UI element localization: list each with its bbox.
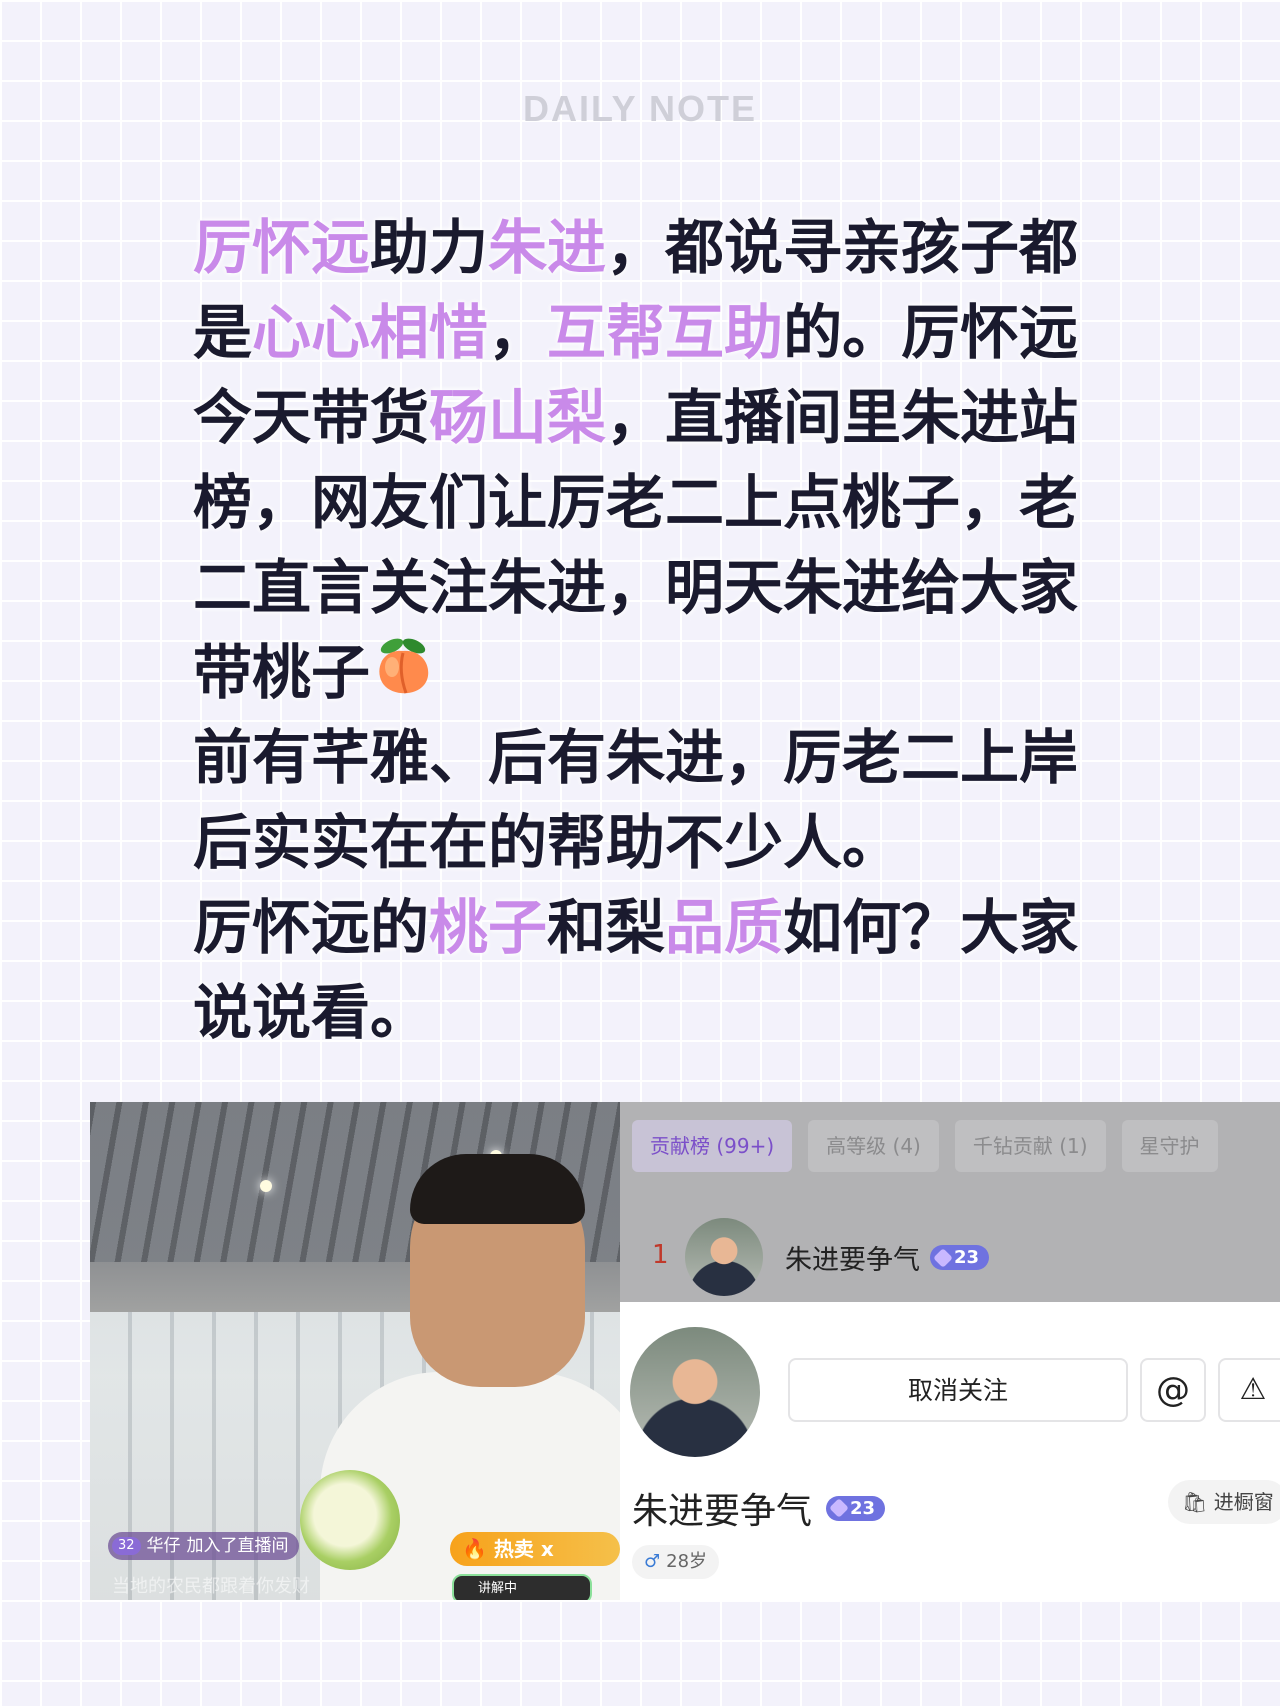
level-value: 23 — [954, 1247, 980, 1268]
rank-entry-name: 朱进要争气 — [785, 1245, 920, 1276]
hot-sale-badge[interactable]: 🔥 热卖 x 1279 — [450, 1532, 620, 1595]
gem-icon — [829, 1498, 849, 1518]
hot-label: 热卖 — [493, 1537, 534, 1561]
join-level-badge: 32 — [112, 1537, 141, 1555]
tab-star-guard[interactable]: 星守护 — [1121, 1120, 1218, 1172]
ranking-tabs: 贡献榜 (99+) 高等级 (4) 千钻贡献 (1) 星守护 — [632, 1120, 1218, 1172]
report-button[interactable]: ⚠ — [1218, 1358, 1280, 1422]
join-user: 华仔 — [146, 1536, 181, 1556]
streamer-hair — [410, 1154, 585, 1224]
body-text: ， — [488, 298, 548, 367]
profile-name-row: 朱进要争气 23 — [632, 1482, 886, 1534]
highlight-text: 砀山梨 — [429, 383, 607, 452]
bag-icon: 🛍 — [1182, 1490, 1208, 1514]
rank-entry[interactable]: 朱进要争气 23 — [785, 1238, 990, 1277]
highlight-text: 品质 — [665, 893, 784, 962]
shop-window-button[interactable]: 🛍 进橱窗 — [1168, 1480, 1280, 1524]
article-body: 厉怀远助力朱进，都说寻亲孩子都是心心相惜，互帮互助的。厉怀远今天带货砀山梨，直播… — [193, 205, 1098, 1055]
gem-icon — [933, 1247, 953, 1268]
highlight-text: 互帮互助 — [547, 298, 784, 367]
tab-contribution[interactable]: 贡献榜 (99+) — [632, 1120, 793, 1172]
ceiling-light — [260, 1180, 272, 1192]
shop-label: 进橱窗 — [1213, 1490, 1274, 1514]
peach-emoji — [370, 635, 436, 701]
paragraph-3: 厉怀远的桃子和梨品质如何？大家说说看。 — [193, 885, 1098, 1055]
tab-high-level[interactable]: 高等级 (4) — [808, 1120, 939, 1172]
tab-diamond[interactable]: 千钻贡献 (1) — [954, 1120, 1106, 1172]
mention-button[interactable]: @ — [1140, 1358, 1206, 1422]
body-text: 助力 — [370, 213, 489, 282]
male-icon: ♂ — [644, 1551, 661, 1572]
live-caption: 当地的农民都跟着你发财 — [112, 1576, 310, 1597]
page-header: DAILY NOTE — [522, 88, 758, 129]
ranking-panel: 贡献榜 (99+) 高等级 (4) 千钻贡献 (1) 星守护 1 朱进要争气 2… — [620, 1102, 1280, 1600]
live-stream-view: 32 华仔 加入了直播间 当地的农民都跟着你发财 🔥 热卖 x 1279 讲解中 — [90, 1102, 620, 1600]
body-text: 厉怀远的 — [193, 893, 430, 962]
join-notice: 32 华仔 加入了直播间 — [108, 1532, 299, 1560]
screenshot-panel: 32 华仔 加入了直播间 当地的农民都跟着你发财 🔥 热卖 x 1279 讲解中… — [90, 1102, 1280, 1600]
highlight-text: 朱进 — [488, 213, 607, 282]
highlight-text: 心心相惜 — [252, 298, 489, 367]
pear-image — [300, 1470, 400, 1570]
profile-level-badge: 23 — [826, 1495, 886, 1521]
age-value: 28岁 — [666, 1551, 708, 1572]
profile-level-value: 23 — [850, 1497, 876, 1519]
profile-name: 朱进要争气 — [632, 1491, 813, 1532]
avatar[interactable] — [685, 1218, 763, 1296]
join-text: 加入了直播间 — [186, 1536, 289, 1556]
age-badge: ♂ 28岁 — [632, 1545, 720, 1579]
fire-icon: 🔥 — [462, 1537, 487, 1561]
explain-label: 讲解中 — [478, 1581, 518, 1596]
level-badge: 23 — [930, 1245, 990, 1270]
highlight-text: 桃子 — [429, 893, 548, 962]
body-text: 和梨 — [547, 893, 666, 962]
paragraph-2: 前有芊雅、后有朱进，厉老二上岸后实实在在的帮助不少人。 — [193, 723, 1079, 877]
highlight-text: 厉怀远 — [193, 213, 371, 282]
rank-number: 1 — [652, 1240, 669, 1270]
explain-card[interactable]: 讲解中 — [452, 1574, 592, 1600]
unfollow-button[interactable]: 取消关注 — [788, 1358, 1128, 1422]
profile-avatar[interactable] — [630, 1327, 760, 1457]
paragraph-1: 厉怀远助力朱进，都说寻亲孩子都是心心相惜，互帮互助的。厉怀远今天带货砀山梨，直播… — [193, 205, 1098, 715]
ranking-header: 贡献榜 (99+) 高等级 (4) 千钻贡献 (1) 星守护 1 朱进要争气 2… — [620, 1102, 1280, 1302]
